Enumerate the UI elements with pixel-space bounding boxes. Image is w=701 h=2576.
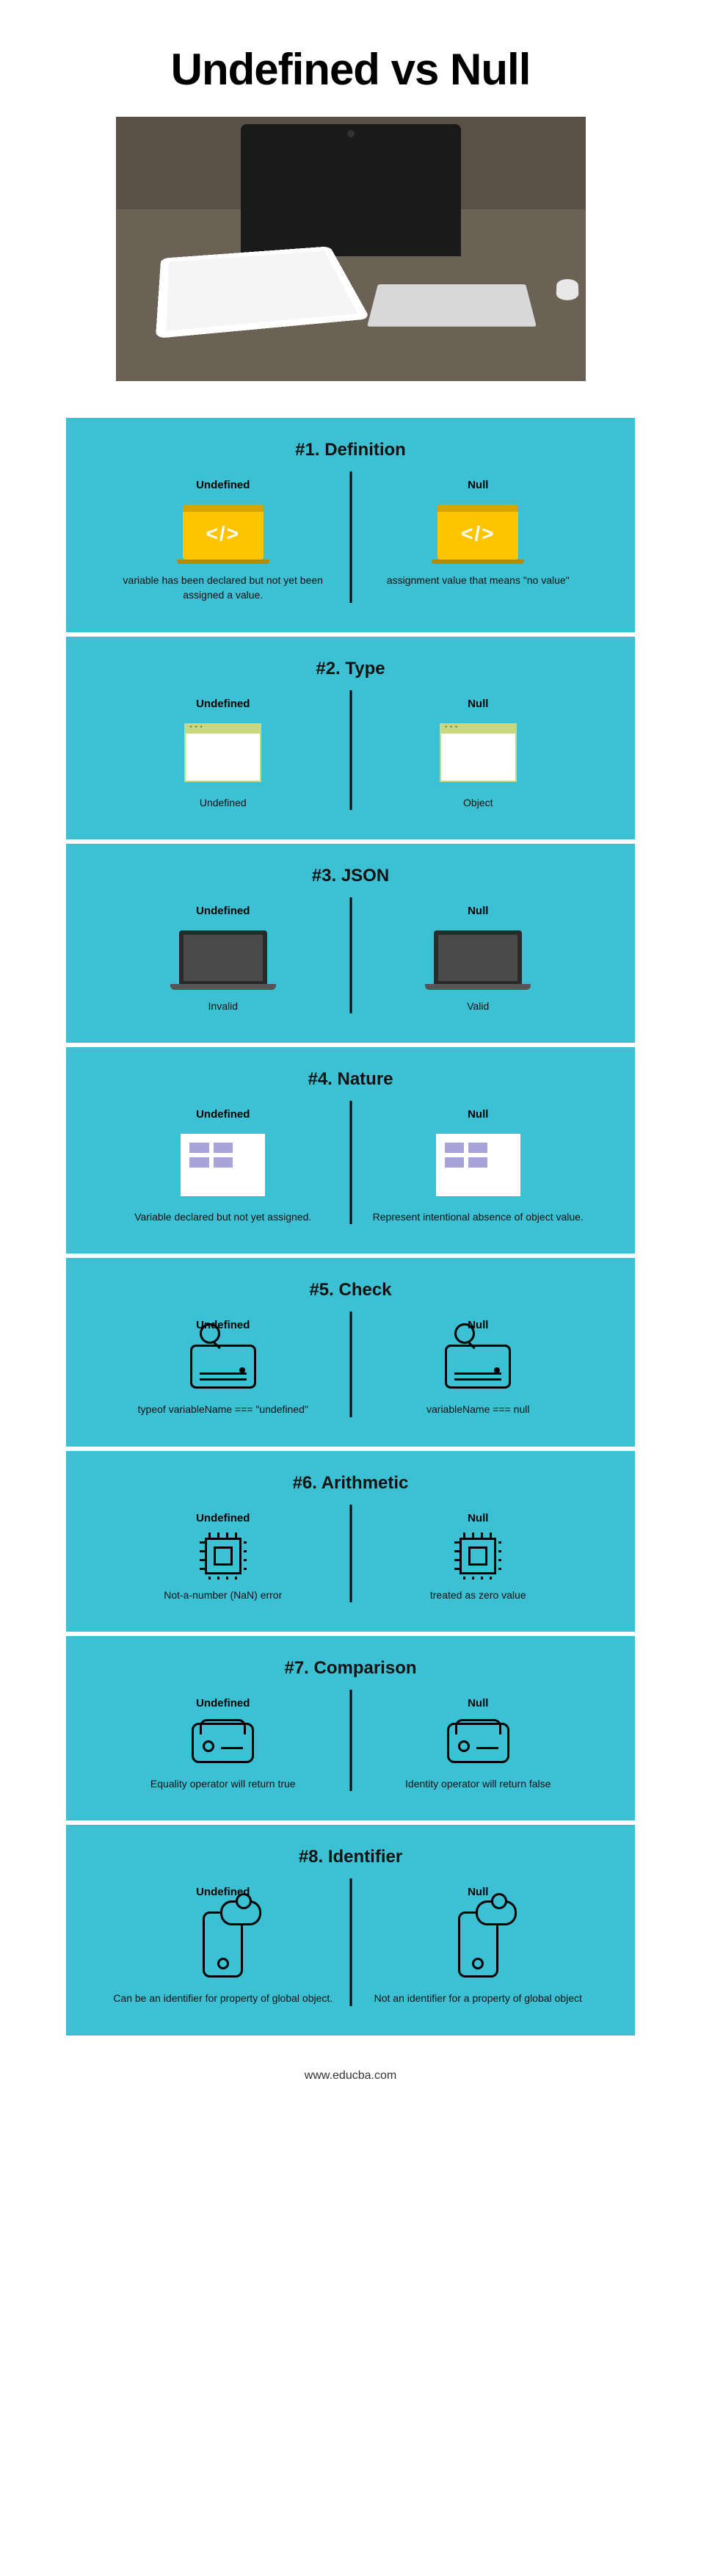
undefined-description: Invalid	[110, 999, 336, 1013]
chip-icon-icon	[460, 1538, 496, 1574]
undefined-description: Not-a-number (NaN) error	[110, 1588, 336, 1602]
column-label-null: Null	[366, 905, 592, 917]
column-label-undefined: Undefined	[110, 1319, 336, 1331]
hdd-search-icon	[445, 1345, 511, 1389]
column-label-null: Null	[366, 479, 592, 491]
undefined-description: typeof variableName === "undefined"	[110, 1402, 336, 1417]
column-label-undefined: Undefined	[110, 905, 336, 917]
section-header: #3. JSON	[95, 866, 606, 886]
null-column: Null Represent intentional absence of obj…	[351, 1108, 606, 1224]
null-description: treated as zero value	[366, 1588, 592, 1602]
chip-icon-icon	[205, 1538, 241, 1574]
undefined-column: Undefined Undefined	[95, 698, 351, 810]
section-header: #7. Comparison	[95, 1658, 606, 1679]
undefined-description: Undefined	[110, 795, 336, 810]
column-label-null: Null	[366, 1319, 592, 1331]
column-label-null: Null	[366, 698, 592, 710]
laptop-dark-icon	[179, 930, 267, 985]
column-label-undefined: Undefined	[110, 479, 336, 491]
undefined-column: Undefined typeof variableName === "undefi…	[95, 1319, 351, 1417]
laptop-yellow-icon	[437, 504, 518, 560]
drives-icon	[447, 1723, 509, 1763]
section-header: #2. Type	[95, 659, 606, 679]
comparison-section: #7. Comparison Undefined Equality operator…	[66, 1636, 635, 1820]
null-column: Null assignment value that means "no valu…	[351, 479, 606, 603]
comparison-section: #1. Definition Undefined variable has been…	[66, 418, 635, 632]
null-description: Valid	[366, 999, 592, 1013]
section-header: #1. Definition	[95, 440, 606, 460]
hdd-search-icon	[190, 1345, 256, 1389]
phone-cloud-icon	[458, 1911, 498, 1978]
footer-url: www.educba.com	[66, 2040, 635, 2112]
null-column: Null Not an identifier for a property of …	[351, 1886, 606, 2005]
column-label-undefined: Undefined	[110, 1108, 336, 1121]
column-label-null: Null	[366, 1512, 592, 1524]
section-header: #4. Nature	[95, 1069, 606, 1090]
column-label-null: Null	[366, 1108, 592, 1121]
comparison-section: #5. Check Undefined typeof variableName ==…	[66, 1258, 635, 1446]
null-description: Not an identifier for a property of glob…	[366, 1991, 592, 2005]
page-title: Undefined vs Null	[66, 44, 635, 95]
null-column: Null treated as zero value	[351, 1512, 606, 1602]
mouse-graphic	[556, 279, 578, 300]
comparison-section: #3. JSON Undefined Invalid Null Valid	[66, 844, 635, 1043]
comparison-section: #2. Type Undefined Undefined Null Object	[66, 637, 635, 839]
tablet-graphic	[155, 246, 370, 339]
grid-icon	[436, 1134, 520, 1196]
browser-window-icon	[184, 723, 261, 782]
null-column: Null Valid	[351, 905, 606, 1013]
null-description: assignment value that means "no value"	[366, 573, 592, 587]
undefined-column: Undefined Equality operator will return t…	[95, 1697, 351, 1791]
null-description: Object	[366, 795, 592, 810]
comparison-section: #4. Nature Undefined Variable declared but…	[66, 1047, 635, 1253]
null-description: Identity operator will return false	[366, 1776, 592, 1791]
hero-image	[116, 117, 586, 381]
column-label-null: Null	[366, 1697, 592, 1710]
comparison-section: #6. Arithmetic Undefined Not-a-number (NaN…	[66, 1451, 635, 1632]
column-label-undefined: Undefined	[110, 1697, 336, 1710]
undefined-column: Undefined Invalid	[95, 905, 351, 1013]
null-description: Represent intentional absence of object …	[366, 1209, 592, 1224]
undefined-description: Can be an identifier for property of glo…	[110, 1991, 336, 2005]
drives-icon	[192, 1723, 254, 1763]
null-column: Null Identity operator will return false	[351, 1697, 606, 1791]
null-column: Null variableName === null	[351, 1319, 606, 1417]
column-label-undefined: Undefined	[110, 698, 336, 710]
section-header: #6. Arithmetic	[95, 1473, 606, 1494]
phone-cloud-icon	[203, 1911, 243, 1978]
undefined-column: Undefined Variable declared but not yet a…	[95, 1108, 351, 1224]
monitor-graphic	[241, 124, 461, 256]
undefined-description: variable has been declared but not yet b…	[110, 573, 336, 603]
keyboard-graphic	[367, 284, 537, 327]
section-header: #8. Identifier	[95, 1847, 606, 1867]
laptop-yellow-icon	[183, 504, 264, 560]
column-label-undefined: Undefined	[110, 1512, 336, 1524]
null-description: variableName === null	[366, 1402, 592, 1417]
browser-window-icon	[440, 723, 517, 782]
column-label-undefined: Undefined	[110, 1886, 336, 1898]
undefined-column: Undefined Not-a-number (NaN) error	[95, 1512, 351, 1602]
undefined-column: Undefined variable has been declared but …	[95, 479, 351, 603]
laptop-dark-icon	[434, 930, 522, 985]
undefined-column: Undefined Can be an identifier for proper…	[95, 1886, 351, 2005]
column-label-null: Null	[366, 1886, 592, 1898]
grid-icon	[181, 1134, 265, 1196]
undefined-description: Equality operator will return true	[110, 1776, 336, 1791]
section-header: #5. Check	[95, 1280, 606, 1300]
undefined-description: Variable declared but not yet assigned.	[110, 1209, 336, 1224]
comparison-section: #8. Identifier Undefined Can be an identif…	[66, 1825, 635, 2035]
null-column: Null Object	[351, 698, 606, 810]
